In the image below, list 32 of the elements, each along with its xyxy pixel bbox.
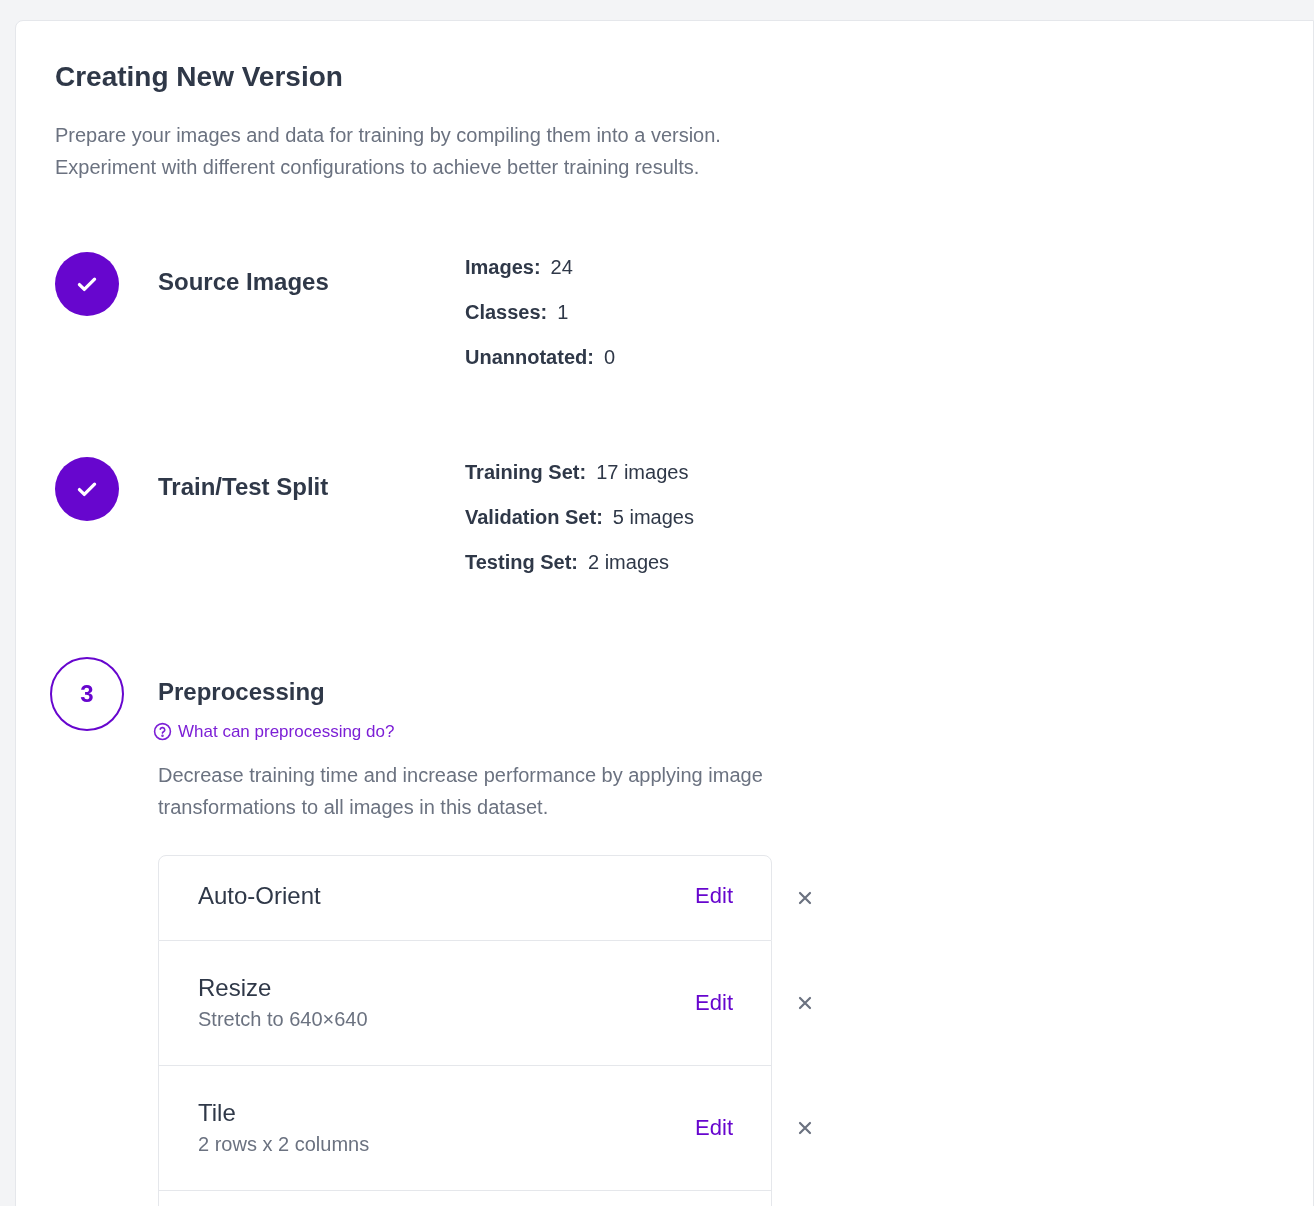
page-description: Prepare your images and data for training by compiling them into a version. Experiment with different configurations to achieve better training results. <box>55 123 722 180</box>
stat-label: Images: <box>465 255 541 280</box>
stat-label: Training Set: <box>465 460 587 485</box>
step-number: 3 <box>50 657 124 731</box>
stat-value: 5 images <box>612 505 694 530</box>
option-name: Tile <box>198 1097 237 1128</box>
option-detail: Stretch to 640×640 <box>198 1006 369 1032</box>
stat-label: Unannotated: <box>465 345 594 370</box>
help-icon <box>153 722 172 742</box>
stat-value: 0 <box>603 345 615 370</box>
close-icon[interactable] <box>798 890 812 905</box>
step-title: Preprocessing <box>158 677 326 707</box>
stat-value: 17 images <box>596 460 689 485</box>
option-name: Resize <box>198 972 273 1003</box>
stat-value: 1 <box>557 300 569 325</box>
step-title: Source Images <box>158 267 330 297</box>
edit-link[interactable]: Edit <box>695 1111 733 1144</box>
edit-link[interactable]: Edit <box>695 879 733 912</box>
close-icon[interactable] <box>798 996 812 1010</box>
stat-label: Testing Set: <box>465 550 578 575</box>
option-name: Auto-Orient <box>198 880 322 911</box>
stat-value: 2 images <box>587 550 670 575</box>
stat-label: Validation Set: <box>465 505 603 530</box>
close-icon[interactable] <box>798 1121 812 1135</box>
stat-label: Classes: <box>465 300 548 325</box>
option-detail: 2 rows x 2 columns <box>198 1131 371 1157</box>
step-description: Decrease training time and increase performance by applying image transformations to all images in this dataset. <box>158 762 764 820</box>
page-title: Creating New Version <box>55 60 344 94</box>
help-link[interactable]: What can preprocessing do? <box>153 719 938 745</box>
step-title: Train/Test Split <box>158 472 330 502</box>
stat-value: 24 <box>550 255 573 280</box>
edit-link[interactable]: Edit <box>695 986 733 1019</box>
